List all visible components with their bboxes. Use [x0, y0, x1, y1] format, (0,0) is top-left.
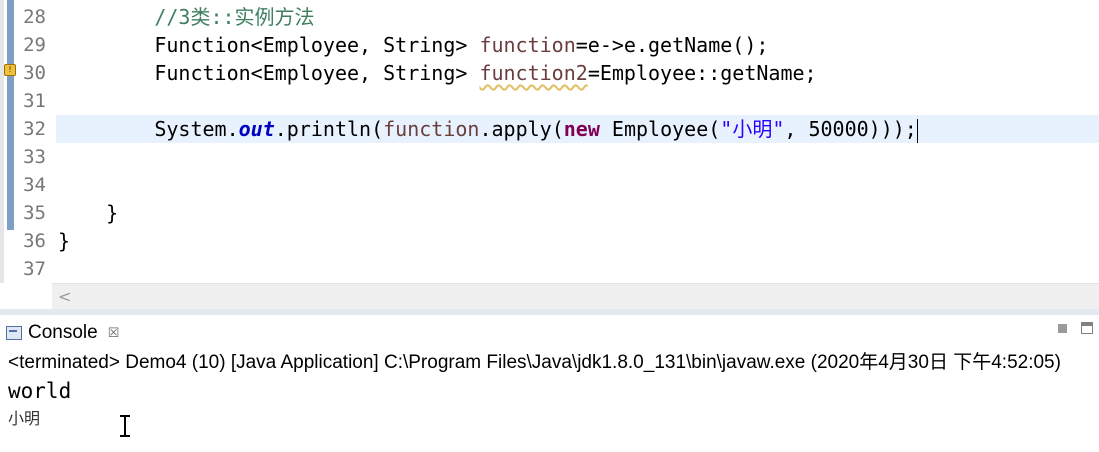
line-number: 32 [23, 118, 46, 140]
console-icon [6, 326, 22, 340]
maximize-button[interactable] [1081, 322, 1093, 334]
code-string: "小明" [720, 117, 785, 141]
line-number: 29 [23, 34, 46, 56]
code-variable: function [479, 33, 576, 57]
line-number: 30 [23, 62, 46, 84]
code-text: } [58, 229, 71, 253]
tab-console[interactable]: Console ☒ [6, 319, 119, 347]
code-variable: function [383, 117, 480, 141]
code-line: 34 [0, 171, 1099, 199]
scroll-left-arrow-icon[interactable]: < [58, 284, 71, 309]
line-number: 33 [23, 146, 46, 168]
horizontal-scrollbar[interactable]: < [52, 283, 1099, 309]
code-keyword: new [563, 117, 600, 141]
code-static-field: out [238, 117, 275, 141]
code-line: 36 } [0, 227, 1099, 255]
code-type: Function<Employee, String> [154, 33, 480, 57]
code-line: 28 //3类::实例方法 [0, 3, 1099, 31]
code-line: 37 [0, 255, 1099, 283]
line-number: 31 [23, 90, 46, 112]
console-view: Console ☒ <terminated> Demo4 (10) [Java … [0, 315, 1099, 452]
console-output-line[interactable]: 小明 [8, 407, 40, 431]
line-number: 36 [23, 230, 46, 252]
code-editor[interactable]: ! 28 //3类::实例方法 29 Function<Employee, St… [0, 0, 1099, 283]
console-status-line: <terminated> Demo4 (10) [Java Applicatio… [8, 352, 1061, 373]
code-text: } [58, 201, 119, 225]
console-output-line[interactable]: world [8, 377, 71, 405]
code-line: 33 [0, 143, 1099, 171]
console-tab-bar: Console ☒ [0, 315, 1099, 349]
tab-label: Console [28, 322, 98, 343]
code-line: 30 Function<Employee, String> function2=… [0, 59, 1099, 87]
close-icon[interactable]: ☒ [108, 325, 120, 341]
code-line: 32 System.out.println(function.apply(new… [0, 115, 1099, 143]
line-number: 34 [23, 174, 46, 196]
code-line: 35 } [0, 199, 1099, 227]
code-type: Function<Employee, String> [154, 61, 480, 85]
code-line: 31 [0, 87, 1099, 115]
code-expression: =e->e.getName(); [575, 33, 769, 57]
text-caret [916, 118, 918, 143]
code-variable-warning[interactable]: function2 [479, 61, 587, 85]
code-comment: //3类::实例方法 [154, 5, 315, 29]
ibeam-cursor-icon [119, 415, 131, 437]
line-number: 37 [23, 258, 46, 280]
code-line: 29 Function<Employee, String> function=e… [0, 31, 1099, 59]
line-number: 35 [23, 202, 46, 224]
line-number: 28 [23, 6, 46, 28]
code-expression: =Employee::getName; [587, 61, 817, 85]
minimize-button[interactable] [1058, 324, 1067, 333]
